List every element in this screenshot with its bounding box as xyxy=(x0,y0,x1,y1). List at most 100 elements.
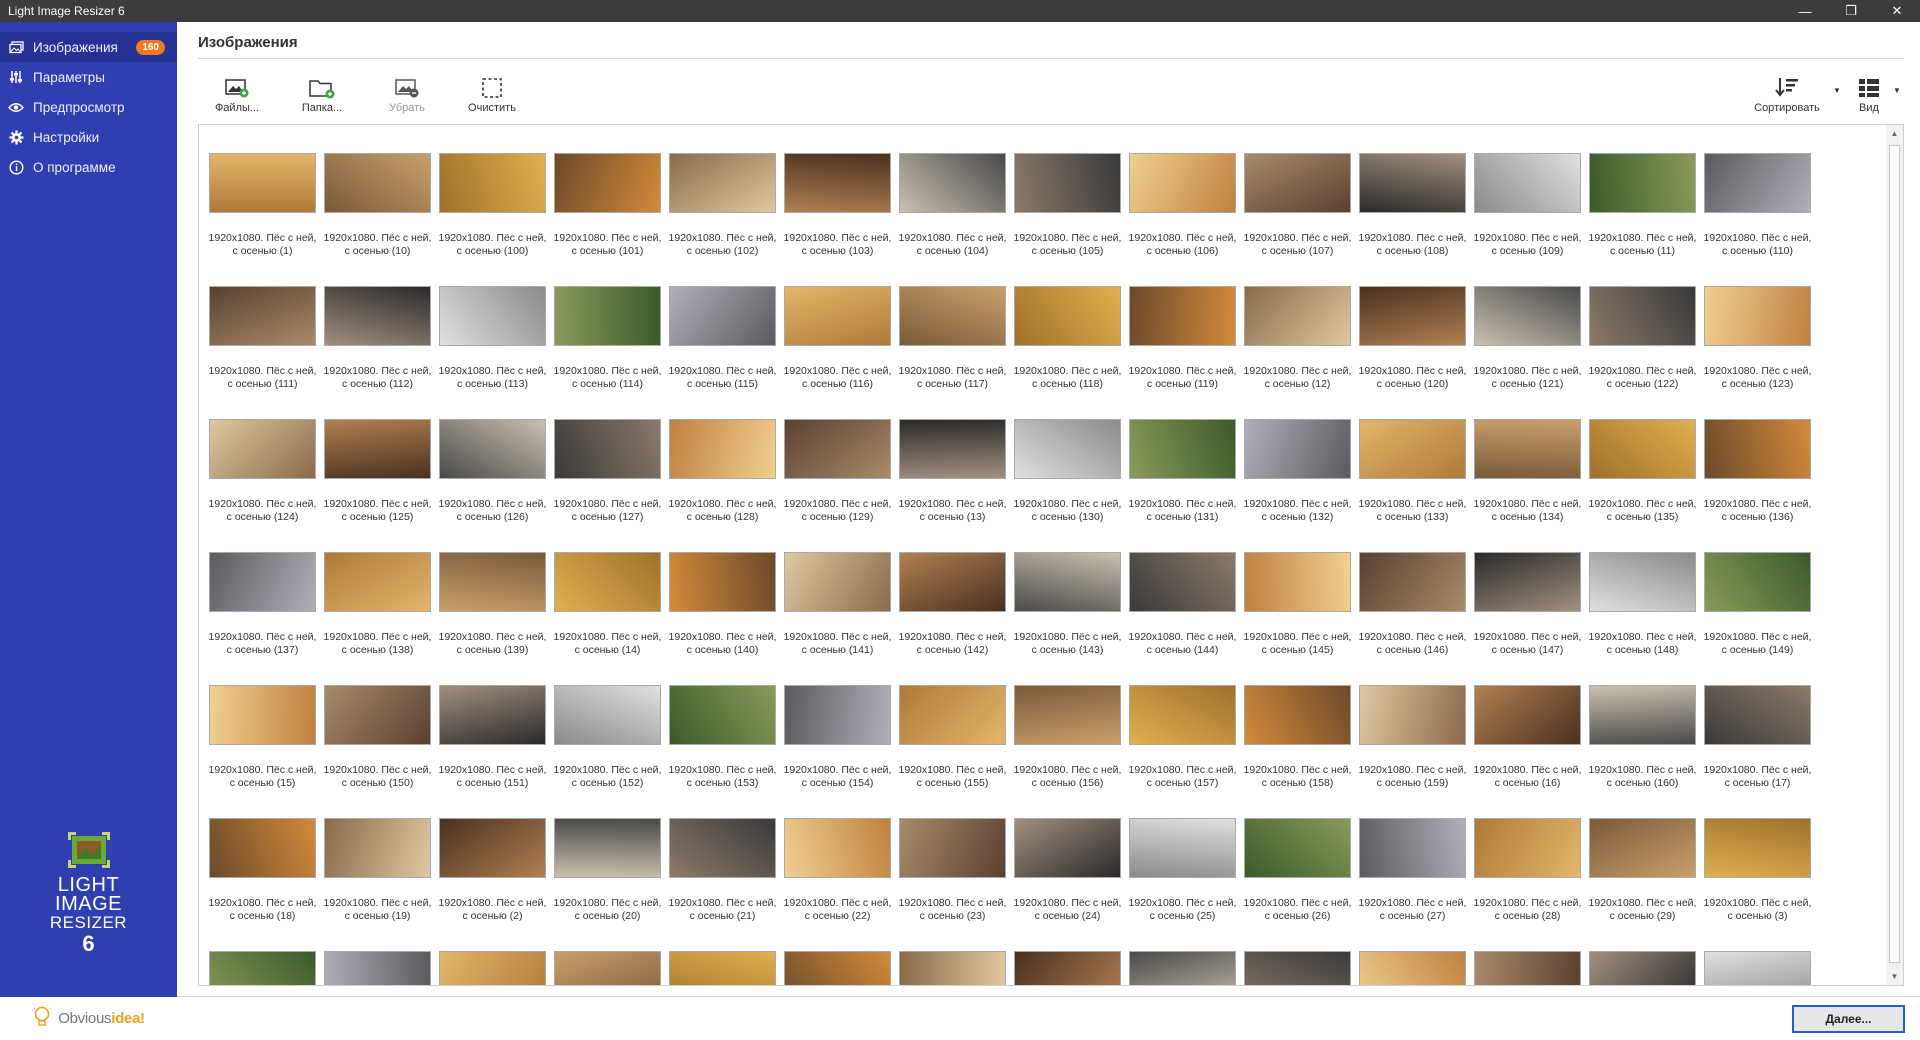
image-thumbnail[interactable] xyxy=(209,286,316,346)
obviousidea-brand[interactable]: Obviousidea! xyxy=(0,997,177,1040)
image-thumbnail[interactable] xyxy=(1359,419,1466,479)
image-item[interactable]: 1920x1080. Пёс с ней, с осенью (28) xyxy=(1470,790,1585,923)
image-thumbnail[interactable] xyxy=(784,685,891,745)
image-item[interactable]: 1920x1080. Пёс с ней, с осенью (133) xyxy=(1355,391,1470,524)
image-thumbnail[interactable] xyxy=(669,685,776,745)
image-item[interactable]: 1920x1080. Пёс с ней, с осенью (100) xyxy=(435,125,550,258)
image-thumbnail[interactable] xyxy=(439,951,546,985)
image-thumbnail[interactable] xyxy=(1474,818,1581,878)
image-item[interactable]: 1920x1080. Пёс с ней, с осенью (1) xyxy=(205,125,320,258)
image-item[interactable] xyxy=(1125,923,1240,985)
image-item[interactable]: 1920x1080. Пёс с ней, с осенью (103) xyxy=(780,125,895,258)
image-thumbnail[interactable] xyxy=(1014,552,1121,612)
image-item[interactable]: 1920x1080. Пёс с ней, с осенью (144) xyxy=(1125,524,1240,657)
image-thumbnail[interactable] xyxy=(899,818,1006,878)
image-item[interactable]: 1920x1080. Пёс с ней, с осенью (140) xyxy=(665,524,780,657)
image-thumbnail[interactable] xyxy=(1129,286,1236,346)
image-thumbnail[interactable] xyxy=(209,685,316,745)
image-item[interactable]: 1920x1080. Пёс с ней, с осенью (21) xyxy=(665,790,780,923)
image-item[interactable]: 1920x1080. Пёс с ней, с осенью (107) xyxy=(1240,125,1355,258)
image-thumbnail[interactable] xyxy=(1014,286,1121,346)
sort-button[interactable]: Сортировать xyxy=(1747,74,1827,114)
image-item[interactable]: 1920x1080. Пёс с ней, с осенью (123) xyxy=(1700,258,1815,391)
image-item[interactable]: 1920x1080. Пёс с ней, с осенью (13) xyxy=(895,391,1010,524)
view-dropdown-icon[interactable]: ▼ xyxy=(1893,86,1901,95)
image-thumbnail[interactable] xyxy=(1014,818,1121,878)
image-item[interactable]: 1920x1080. Пёс с ней, с осенью (19) xyxy=(320,790,435,923)
image-thumbnail[interactable] xyxy=(1129,685,1236,745)
image-thumbnail[interactable] xyxy=(439,685,546,745)
image-item[interactable]: 1920x1080. Пёс с ней, с осенью (143) xyxy=(1010,524,1125,657)
image-item[interactable]: 1920x1080. Пёс с ней, с осенью (126) xyxy=(435,391,550,524)
image-item[interactable]: 1920x1080. Пёс с ней, с осенью (104) xyxy=(895,125,1010,258)
remove-button[interactable]: Убрать xyxy=(367,74,447,114)
image-thumbnail[interactable] xyxy=(669,552,776,612)
sidebar-item-parameters[interactable]: Параметры xyxy=(0,62,177,92)
image-thumbnail[interactable] xyxy=(1589,419,1696,479)
image-item[interactable]: 1920x1080. Пёс с ней, с осенью (109) xyxy=(1470,125,1585,258)
image-thumbnail[interactable] xyxy=(669,153,776,213)
image-item[interactable]: 1920x1080. Пёс с ней, с осенью (156) xyxy=(1010,657,1125,790)
image-thumbnail[interactable] xyxy=(1359,818,1466,878)
image-thumbnail[interactable] xyxy=(669,419,776,479)
image-item[interactable]: 1920x1080. Пёс с ней, с осенью (124) xyxy=(205,391,320,524)
image-item[interactable]: 1920x1080. Пёс с ней, с осенью (117) xyxy=(895,258,1010,391)
image-item[interactable] xyxy=(1355,923,1470,985)
image-thumbnail[interactable] xyxy=(1244,951,1351,985)
image-item[interactable]: 1920x1080. Пёс с ней, с осенью (149) xyxy=(1700,524,1815,657)
image-item[interactable]: 1920x1080. Пёс с ней, с осенью (118) xyxy=(1010,258,1125,391)
image-item[interactable]: 1920x1080. Пёс с ней, с осенью (134) xyxy=(1470,391,1585,524)
image-thumbnail[interactable] xyxy=(439,818,546,878)
image-item[interactable]: 1920x1080. Пёс с ней, с осенью (18) xyxy=(205,790,320,923)
image-item[interactable]: 1920x1080. Пёс с ней, с осенью (20) xyxy=(550,790,665,923)
scroll-thumb[interactable] xyxy=(1889,145,1900,963)
image-item[interactable]: 1920x1080. Пёс с ней, с осенью (22) xyxy=(780,790,895,923)
image-thumbnail[interactable] xyxy=(1704,951,1811,985)
image-thumbnail[interactable] xyxy=(439,286,546,346)
image-thumbnail[interactable] xyxy=(1589,951,1696,985)
sidebar-item-preview[interactable]: Предпросмотр xyxy=(0,92,177,122)
image-item[interactable]: 1920x1080. Пёс с ней, с осенью (145) xyxy=(1240,524,1355,657)
image-item[interactable]: 1920x1080. Пёс с ней, с осенью (12) xyxy=(1240,258,1355,391)
image-thumbnail[interactable] xyxy=(784,818,891,878)
image-thumbnail[interactable] xyxy=(1359,552,1466,612)
image-thumbnail[interactable] xyxy=(209,951,316,985)
image-thumbnail[interactable] xyxy=(324,951,431,985)
image-item[interactable]: 1920x1080. Пёс с ней, с осенью (122) xyxy=(1585,258,1700,391)
image-item[interactable]: 1920x1080. Пёс с ней, с осенью (110) xyxy=(1700,125,1815,258)
image-item[interactable] xyxy=(205,923,320,985)
image-thumbnail[interactable] xyxy=(439,153,546,213)
image-thumbnail[interactable] xyxy=(554,153,661,213)
image-item[interactable]: 1920x1080. Пёс с ней, с осенью (102) xyxy=(665,125,780,258)
scroll-down-icon[interactable]: ▼ xyxy=(1886,968,1903,985)
add-files-button[interactable]: Файлы... xyxy=(197,74,277,114)
image-thumbnail[interactable] xyxy=(324,552,431,612)
image-thumbnail[interactable] xyxy=(554,685,661,745)
image-thumbnail[interactable] xyxy=(1244,552,1351,612)
image-thumbnail[interactable] xyxy=(1704,153,1811,213)
image-thumbnail[interactable] xyxy=(439,419,546,479)
image-item[interactable]: 1920x1080. Пёс с ней, с осенью (16) xyxy=(1470,657,1585,790)
image-item[interactable]: 1920x1080. Пёс с ней, с осенью (121) xyxy=(1470,258,1585,391)
image-item[interactable]: 1920x1080. Пёс с ней, с осенью (151) xyxy=(435,657,550,790)
image-item[interactable]: 1920x1080. Пёс с ней, с осенью (111) xyxy=(205,258,320,391)
image-item[interactable]: 1920x1080. Пёс с ней, с осенью (131) xyxy=(1125,391,1240,524)
image-item[interactable]: 1920x1080. Пёс с ней, с осенью (14) xyxy=(550,524,665,657)
image-thumbnail[interactable] xyxy=(554,951,661,985)
image-item[interactable]: 1920x1080. Пёс с ней, с осенью (29) xyxy=(1585,790,1700,923)
image-thumbnail[interactable] xyxy=(1474,286,1581,346)
image-thumbnail[interactable] xyxy=(899,552,1006,612)
image-thumbnail[interactable] xyxy=(1704,552,1811,612)
image-item[interactable]: 1920x1080. Пёс с ней, с осенью (154) xyxy=(780,657,895,790)
image-thumbnail[interactable] xyxy=(1359,153,1466,213)
image-thumbnail[interactable] xyxy=(209,153,316,213)
image-thumbnail[interactable] xyxy=(1474,951,1581,985)
sidebar-item-settings[interactable]: Настройки xyxy=(0,122,177,152)
image-item[interactable]: 1920x1080. Пёс с ней, с осенью (106) xyxy=(1125,125,1240,258)
minimize-icon[interactable]: — xyxy=(1782,0,1828,22)
image-thumbnail[interactable] xyxy=(1129,951,1236,985)
image-item[interactable]: 1920x1080. Пёс с ней, с осенью (159) xyxy=(1355,657,1470,790)
image-thumbnail[interactable] xyxy=(1244,286,1351,346)
image-item[interactable]: 1920x1080. Пёс с ней, с осенью (147) xyxy=(1470,524,1585,657)
image-thumbnail[interactable] xyxy=(669,818,776,878)
